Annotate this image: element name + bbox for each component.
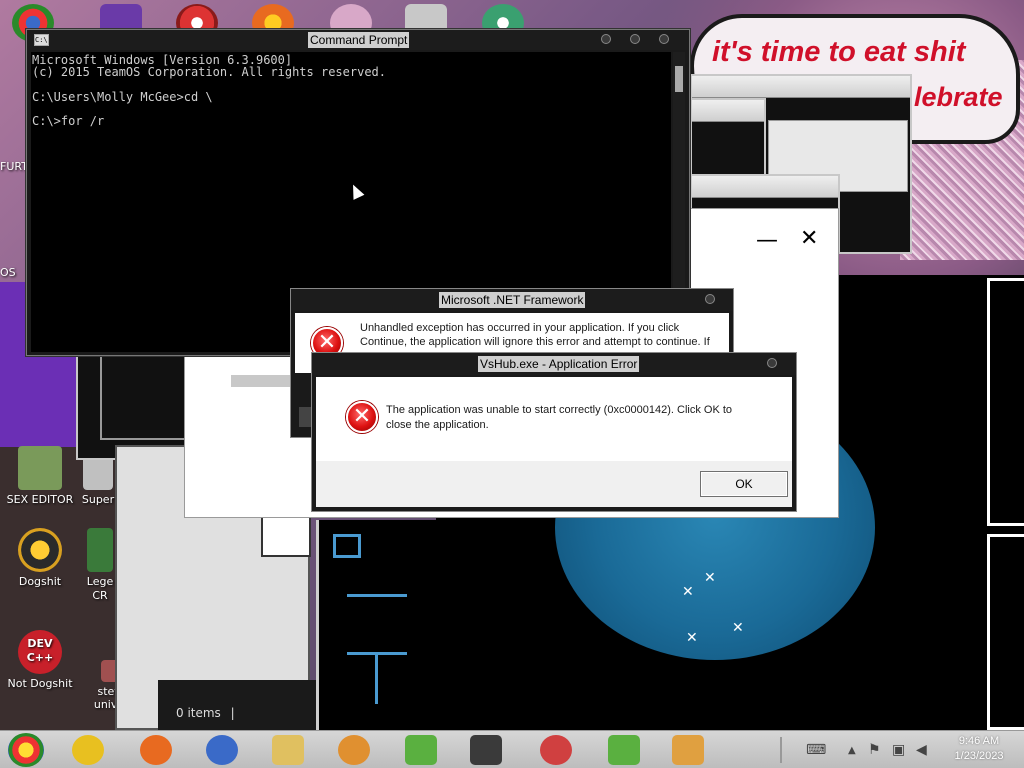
- taskbar-cmd-icon[interactable]: [470, 735, 502, 765]
- minimize-button[interactable]: [601, 34, 611, 44]
- keyboard-icon[interactable]: ⌨: [806, 742, 826, 758]
- sparkle-icon: ✕: [686, 630, 698, 646]
- desktop-icon-label: OS: [0, 266, 16, 279]
- ghost-window-titlebar: [692, 176, 838, 198]
- taskbar-file-explorer-icon[interactable]: [272, 735, 304, 765]
- game-ui-bar: [347, 594, 407, 597]
- taskbar-obama-logo-icon[interactable]: [206, 735, 238, 765]
- taskbar-firefox-icon[interactable]: [140, 735, 172, 765]
- volume-icon[interactable]: ◀: [916, 742, 927, 758]
- cmd-line: (c) 2015 TeamOS Corporation. All rights …: [32, 65, 387, 80]
- desktop-icon-label: Lege: [86, 575, 114, 588]
- dotnet-message-line: Continue, the application will ignore th…: [360, 336, 710, 348]
- white-frame: [987, 534, 1024, 730]
- cmd-line: C:\Users\Molly McGee>cd \: [32, 89, 213, 104]
- dogshit-icon: [18, 528, 62, 572]
- apperror-dialog-title: VsHub.exe - Application Error: [478, 356, 640, 372]
- lege-icon: [87, 528, 113, 572]
- ok-button[interactable]: OK: [700, 471, 788, 497]
- cmd-line: [32, 78, 671, 90]
- clock-date: 1/23/2023: [954, 750, 1004, 762]
- apperror-message: The application was unable to start corr…: [386, 403, 786, 433]
- sex-editor-icon: [18, 446, 62, 490]
- close-button[interactable]: ✕: [800, 226, 818, 251]
- dotnet-message: Unhandled exception has occurred in your…: [360, 321, 730, 349]
- taskbar-divider: [780, 737, 782, 763]
- status-divider: |: [230, 706, 235, 720]
- taskbar-android-folder-icon[interactable]: [405, 735, 437, 765]
- ghost-window-titlebar: [692, 76, 910, 98]
- dev-cpp-icon-label: C++: [26, 651, 54, 664]
- items-count-text: 0 items: [176, 706, 221, 720]
- apperror-dialog-content: ✕ The application was unable to start co…: [316, 377, 792, 461]
- apperror-message-line: close the application.: [386, 419, 489, 431]
- taskbar-android-icon[interactable]: [608, 735, 640, 765]
- cmd-title: Command Prompt: [308, 32, 410, 48]
- desktop-icon-not-dogshit[interactable]: DEV C++ Not Dogshit: [0, 630, 80, 690]
- sparkle-icon: ✕: [704, 570, 716, 586]
- start-button[interactable]: [8, 733, 44, 767]
- desktop-icon-sex-editor[interactable]: SEX EDITOR: [0, 446, 80, 506]
- dotnet-message-line: Unhandled exception has occurred in your…: [360, 322, 680, 334]
- sparkle-icon: ✕: [682, 584, 694, 600]
- explorer-status-bar: [158, 680, 316, 730]
- apperror-dialog-titlebar[interactable]: VsHub.exe - Application Error: [312, 353, 796, 375]
- desktop-icon-label: CR: [92, 589, 108, 602]
- cmd-titlebar[interactable]: C:\ Command Prompt: [27, 30, 689, 50]
- minimize-button[interactable]: —: [756, 228, 778, 253]
- scrollbar-thumb[interactable]: [675, 66, 683, 92]
- maximize-button[interactable]: [630, 34, 640, 44]
- apperror-dialog-footer: OK: [316, 461, 792, 507]
- dotnet-dialog-title: Microsoft .NET Framework: [439, 292, 586, 308]
- items-count: 0 items |: [176, 706, 235, 720]
- white-frame: [987, 278, 1024, 526]
- cmd-line: C:\>for /r: [32, 113, 105, 128]
- desktop-icon-label: Super: [81, 493, 115, 506]
- ghost-window-titlebar: [692, 100, 764, 122]
- error-icon: ✕: [346, 401, 378, 433]
- desktop-icon-label: Dogshit: [18, 575, 62, 588]
- cmd-system-icon[interactable]: C:\: [34, 34, 49, 46]
- desktop-icon-lege[interactable]: Lege CR: [80, 528, 120, 603]
- taskbar-bird-icon[interactable]: [540, 735, 572, 765]
- taskbar-keyhole-icon[interactable]: [338, 735, 370, 765]
- taskbar-chrome-icon[interactable]: [72, 735, 104, 765]
- sparkle-icon: ✕: [732, 620, 744, 636]
- apperror-message-line: The application was unable to start corr…: [386, 404, 733, 416]
- game-ui-bar: [375, 654, 378, 704]
- network-icon[interactable]: ▣: [892, 742, 905, 758]
- game-tile-icon: [333, 534, 361, 558]
- desktop-icon-label: FURT: [0, 160, 28, 173]
- taskbar-notepad-icon[interactable]: [672, 735, 704, 765]
- close-button[interactable]: [767, 358, 777, 368]
- dev-cpp-icon-label: DEV: [27, 637, 53, 650]
- desktop-icon-label: SEX EDITOR: [6, 493, 74, 506]
- bubble-text-line2: lebrate: [914, 82, 1003, 112]
- close-button[interactable]: [705, 294, 715, 304]
- cmd-line: [32, 103, 671, 115]
- show-hidden-icons-chevron-icon[interactable]: ▲: [848, 745, 856, 756]
- progress-placeholder: [231, 375, 291, 387]
- taskbar-clock[interactable]: 9:46 AM 1/23/2023: [938, 734, 1020, 764]
- desktop-icon-dogshit[interactable]: Dogshit: [0, 528, 80, 588]
- dotnet-dialog-titlebar[interactable]: Microsoft .NET Framework: [291, 289, 733, 311]
- bubble-text-line1: it's time to eat shit: [712, 36, 966, 68]
- taskbar: ⌨ ▲ ⚑ ▣ ◀ 9:46 AM 1/23/2023: [0, 730, 1024, 768]
- application-error-dialog[interactable]: VsHub.exe - Application Error ✕ The appl…: [311, 352, 797, 512]
- game-side-panel: [316, 520, 436, 730]
- close-button[interactable]: [659, 34, 669, 44]
- dev-cpp-icon: DEV C++: [18, 630, 62, 674]
- desktop-icon-label: Not Dogshit: [7, 677, 73, 690]
- clock-time: 9:46 AM: [958, 735, 1000, 747]
- action-center-flag-icon[interactable]: ⚑: [868, 742, 881, 758]
